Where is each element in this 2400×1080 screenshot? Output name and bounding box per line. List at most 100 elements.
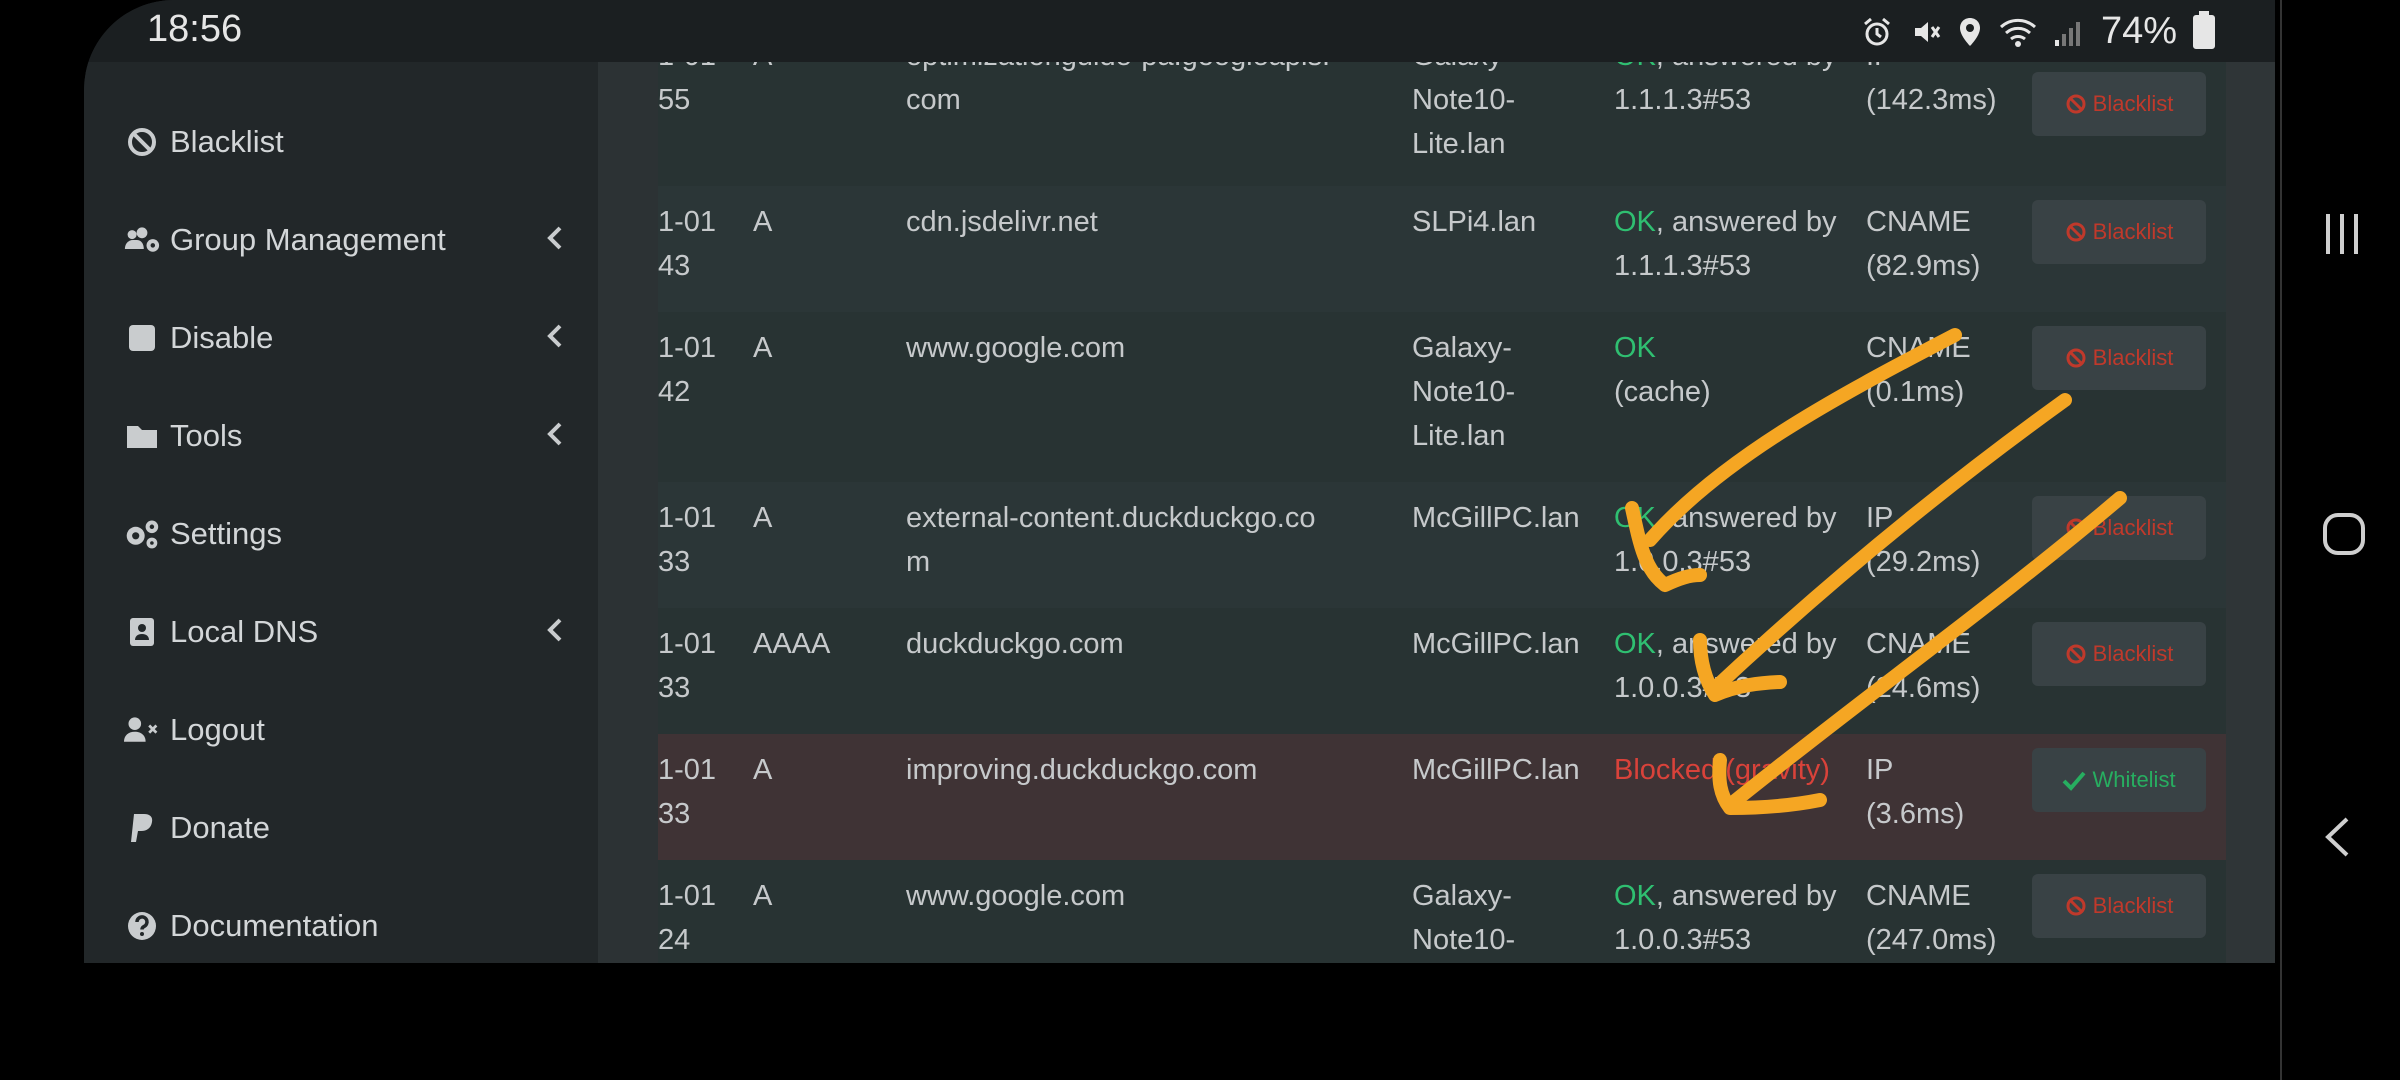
ban-icon	[124, 126, 160, 158]
client-line: Lite.lan	[1412, 420, 1506, 452]
time-line: 1-01	[658, 880, 717, 912]
type-cell: A	[753, 62, 873, 78]
users-cog-icon	[124, 224, 160, 256]
status-rest: , answered by	[1655, 502, 1837, 534]
reply-cell: IP (3.6ms)	[1866, 748, 2016, 836]
type-cell: A	[753, 206, 773, 238]
time-line: 33	[658, 798, 691, 830]
sidebar-item-logout[interactable]: Logout	[124, 700, 564, 760]
blacklist-button[interactable]: Blacklist	[2032, 200, 2206, 264]
chevron-left-icon	[546, 617, 564, 648]
status-cell: OK, answered by 1.0.0.3#53	[1614, 622, 1854, 710]
type-cell: AAAA	[753, 628, 831, 660]
time-line: 1-01	[658, 332, 717, 364]
status-ok: OK	[1614, 206, 1656, 238]
sidebar-item-group-management[interactable]: Group Management	[124, 210, 564, 270]
status-icons: 74%	[1861, 10, 2215, 53]
status-rest: , answered by	[1655, 628, 1837, 660]
table-row: 1-01 55 A optimizationguide-pa.googleapis…	[658, 62, 2226, 188]
whitelist-button[interactable]: Whitelist	[2032, 748, 2206, 812]
time-line: 42	[658, 376, 691, 408]
client-line: Galaxy-	[1412, 332, 1512, 364]
type-cell: A	[753, 332, 773, 364]
status-line2: 1.1.1.3#53	[1614, 84, 1752, 116]
reply-line: (82.9ms)	[1866, 250, 1981, 282]
sidebar-item-documentation[interactable]: Documentation	[124, 896, 564, 956]
table-row: 1-01 43 A cdn.jsdelivr.net SLPi4.lan OK, …	[658, 186, 2226, 314]
blacklist-button[interactable]: Blacklist	[2032, 622, 2206, 686]
reply-line: IP	[1866, 754, 1894, 786]
domain-line: duckduckgo.com	[906, 628, 1124, 660]
chevron-left-icon	[546, 225, 564, 256]
button-label: Blacklist	[2092, 641, 2174, 666]
sidebar-item-label: Logout	[170, 712, 265, 747]
time-line: 1-01	[658, 628, 717, 660]
recent-apps-icon[interactable]	[2322, 212, 2362, 256]
time-line: 33	[658, 546, 691, 578]
status-ok: OK	[1614, 62, 1656, 72]
table-row: 1-01 33 AAAA duckduckgo.com McGillPC.lan …	[658, 608, 2226, 736]
sidebar-item-label: Tools	[170, 418, 243, 453]
blacklist-button[interactable]: Blacklist	[2032, 496, 2206, 560]
button-label: Blacklist	[2092, 345, 2174, 370]
client-line: SLPi4.lan	[1412, 206, 1537, 238]
sidebar-item-tools[interactable]: Tools	[124, 406, 564, 466]
status-cell: OK (cache)	[1614, 326, 1854, 414]
sidebar-item-settings[interactable]: Settings	[124, 504, 564, 564]
reply-line: (3.6ms)	[1866, 798, 1965, 830]
client-cell: McGillPC.lan	[1412, 748, 1582, 792]
domain-line: optimizationguide-pa.googleapis.	[906, 62, 1361, 78]
sidebar-item-local-dns[interactable]: Local DNS	[124, 602, 564, 662]
reply-line: IP	[1866, 62, 2016, 78]
table-row: 1-01 42 A www.google.com Galaxy- Note10- Li…	[658, 312, 2226, 484]
reply-line: (29.2ms)	[1866, 546, 1981, 578]
status-ok: OK	[1614, 332, 1656, 364]
location-icon	[1959, 17, 1980, 46]
time-cell: 1-01 42	[658, 326, 730, 414]
client-cell: Galaxy- Note10- Lite.lan	[1412, 62, 1582, 166]
button-label: Blacklist	[2092, 893, 2174, 918]
sidebar-item-label: Group Management	[170, 222, 446, 257]
back-icon[interactable]	[2322, 815, 2352, 859]
ban-icon	[2066, 644, 2086, 664]
client-line: Galaxy-	[1412, 880, 1512, 912]
blacklist-button[interactable]: Blacklist	[2032, 326, 2206, 390]
status-rest: , answered by	[1656, 62, 1837, 72]
sidebar: Blacklist Group Management Disable Tools	[84, 62, 598, 963]
sidebar-item-label: Local DNS	[170, 614, 319, 649]
ban-icon	[2066, 348, 2086, 368]
domain-cell: www.google.com	[906, 874, 1361, 918]
button-label: Blacklist	[2092, 91, 2174, 116]
blacklist-button[interactable]: Blacklist	[2032, 72, 2206, 136]
sidebar-item-blacklist[interactable]: Blacklist	[124, 112, 564, 172]
client-line: McGillPC.lan	[1412, 502, 1580, 534]
domain-line: cdn.jsdelivr.net	[906, 206, 1098, 238]
reply-cell: CNAME (24.6ms)	[1866, 622, 2016, 710]
home-icon[interactable]	[2322, 512, 2366, 556]
check-icon	[2063, 771, 2086, 791]
client-line: Note10-	[1412, 84, 1516, 116]
alarm-icon	[1863, 17, 1890, 45]
time-cell: 1-01 24	[658, 874, 730, 962]
time-line: 1-01	[658, 206, 717, 238]
type-cell: A	[753, 502, 773, 534]
time-cell: 1-01 33	[658, 748, 730, 836]
domain-line: www.google.com	[906, 332, 1126, 364]
domain-cell: duckduckgo.com	[906, 622, 1361, 666]
client-line: Lite.lan	[1412, 128, 1506, 160]
reply-line: (24.6ms)	[1866, 672, 1981, 704]
reply-line: CNAME	[1866, 206, 1971, 238]
query-log-table: 1-01 55 A optimizationguide-pa.googleapis…	[658, 62, 2226, 963]
navigation-bar	[2280, 0, 2400, 1080]
blacklist-button[interactable]: Blacklist	[2032, 874, 2206, 938]
sidebar-item-label: Documentation	[170, 908, 379, 943]
sidebar-item-donate[interactable]: Donate	[124, 798, 564, 858]
sidebar-item-label: Settings	[170, 516, 283, 551]
client-line: Note10-	[1412, 376, 1516, 408]
client-line: Galaxy-	[1412, 62, 1582, 78]
sidebar-item-disable[interactable]: Disable	[124, 308, 564, 368]
client-cell: Galaxy- Note10-	[1412, 874, 1582, 962]
status-ok: OK	[1614, 502, 1656, 534]
reply-cell: CNAME (247.0ms)	[1866, 874, 2016, 962]
reply-cell: CNAME (82.9ms)	[1866, 200, 2016, 288]
